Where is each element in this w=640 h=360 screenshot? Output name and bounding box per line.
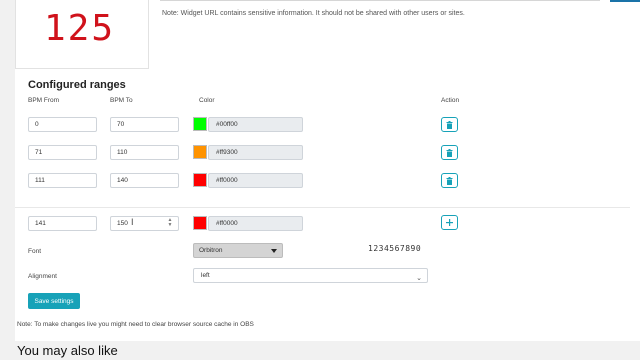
delete-range-button[interactable] — [441, 117, 458, 132]
color-swatch[interactable] — [193, 117, 207, 131]
color-swatch[interactable] — [193, 145, 207, 159]
url-note: Note: Widget URL contains sensitive info… — [162, 10, 465, 17]
header-action: Action — [441, 97, 460, 104]
trash-icon — [446, 176, 453, 185]
bpm-from-input[interactable]: 0 — [28, 117, 97, 132]
color-swatch[interactable] — [193, 173, 207, 187]
color-value[interactable]: #ff9300 — [208, 145, 303, 160]
color-value[interactable]: #00ff00 — [208, 117, 303, 132]
cache-note: Note: To make changes live you might nee… — [17, 321, 254, 328]
divider — [15, 207, 630, 208]
header-bpm-to: BPM To — [110, 97, 133, 104]
bpm-from-input[interactable]: 71 — [28, 145, 97, 160]
copy-button-edge[interactable] — [610, 0, 640, 2]
color-value[interactable]: #ff0000 — [208, 173, 303, 188]
section-title: Configured ranges — [28, 79, 126, 91]
caret-down-icon — [271, 249, 277, 253]
alignment-label: Alignment — [28, 273, 57, 280]
header-color: Color — [199, 97, 215, 104]
font-sample: 1234567890 — [368, 244, 422, 253]
bpm-to-input[interactable]: 70 — [110, 117, 179, 132]
font-select-value: Orbitron — [199, 247, 223, 254]
number-stepper-icon[interactable]: ▲ ▼ — [166, 218, 174, 228]
header-bpm-from: BPM From — [28, 97, 60, 104]
font-select[interactable]: Orbitron — [193, 243, 283, 258]
url-field-edge — [160, 0, 600, 1]
bpm-to-input[interactable]: 110 — [110, 145, 179, 160]
new-color-swatch[interactable] — [193, 216, 207, 230]
delete-range-button[interactable] — [441, 173, 458, 188]
bpm-from-input[interactable]: 111 — [28, 173, 97, 188]
new-bpm-from-input[interactable]: 141 — [28, 216, 97, 231]
bpm-to-input[interactable]: 140 — [110, 173, 179, 188]
save-settings-button[interactable]: Save settings — [28, 293, 80, 309]
new-color-value[interactable]: #ff0000 — [208, 216, 303, 231]
alignment-select[interactable]: left ⌄ — [193, 268, 428, 283]
you-may-also-like-heading: You may also like — [17, 343, 118, 358]
preview-value: 125 — [44, 8, 116, 49]
delete-range-button[interactable] — [441, 145, 458, 160]
trash-icon — [446, 148, 453, 157]
text-cursor-icon: I — [131, 217, 134, 227]
trash-icon — [446, 120, 453, 129]
chevron-down-icon: ⌄ — [416, 275, 422, 282]
font-label: Font — [28, 248, 42, 255]
bpm-preview: 125 — [15, 0, 149, 69]
alignment-select-value: left — [201, 272, 210, 279]
add-range-button[interactable] — [441, 215, 458, 230]
plus-icon — [446, 219, 453, 226]
